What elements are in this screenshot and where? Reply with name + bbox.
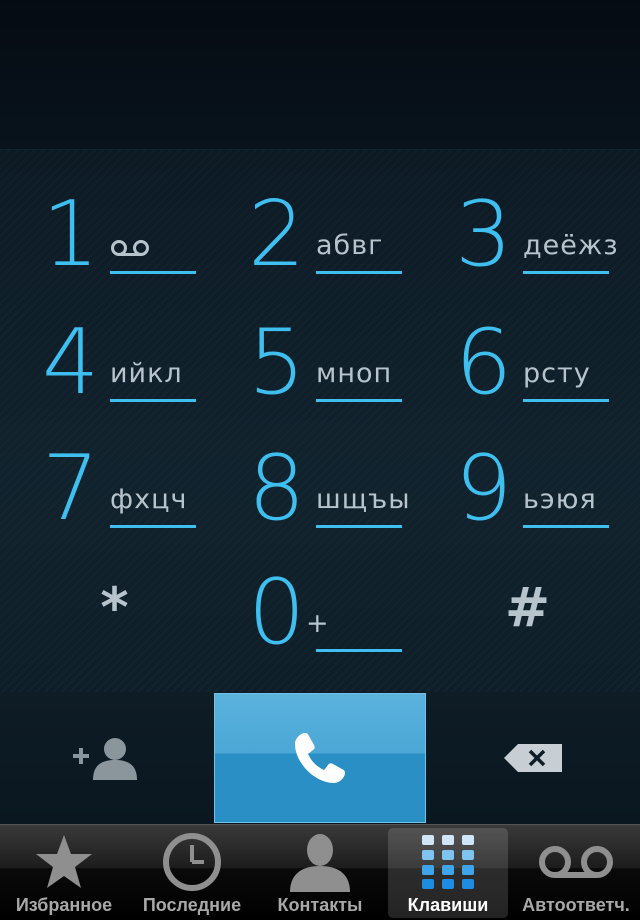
key-hash[interactable]: # — [425, 542, 630, 670]
key-underline — [316, 271, 402, 274]
key-letters: фхцч — [110, 484, 188, 515]
key-letters: шщъы — [316, 484, 411, 515]
action-bar — [0, 692, 640, 824]
tab-label: Контакты — [277, 895, 363, 915]
key-underline — [110, 271, 196, 274]
voicemail-icon — [539, 846, 613, 878]
key-underline — [110, 525, 196, 528]
tab-label: Клавиши — [407, 895, 489, 915]
number-display — [0, 0, 640, 150]
tab-contacts[interactable]: Контакты — [256, 825, 384, 920]
call-button[interactable] — [214, 693, 426, 823]
keypad-icon — [422, 835, 474, 889]
dial-keypad: 1 2 абвг 3 деёжз 4 ийкл 5 мноп 6 рсту 7 … — [0, 150, 640, 692]
clock-icon — [163, 833, 221, 891]
tab-recents[interactable]: Последние — [128, 825, 256, 920]
key-5[interactable]: 5 мноп — [218, 292, 423, 420]
backspace-icon — [503, 744, 562, 772]
key-9[interactable]: 9 ьэюя — [425, 418, 630, 546]
key-letters: деёжз — [523, 230, 619, 261]
key-underline — [316, 525, 402, 528]
tab-favorites[interactable]: Избранное — [0, 825, 128, 920]
key-1[interactable]: 1 — [12, 164, 217, 292]
key-underline — [523, 525, 609, 528]
key-star[interactable]: * — [12, 542, 217, 670]
key-digit: 5 — [248, 310, 305, 415]
phone-icon — [295, 733, 345, 783]
dialed-number — [20, 50, 620, 110]
key-underline — [316, 649, 402, 652]
tab-label: Автоответч. — [522, 895, 630, 915]
star-icon — [36, 835, 92, 888]
key-letters: + — [306, 608, 330, 639]
key-letters: ийкл — [110, 358, 183, 389]
key-8[interactable]: 8 шщъы — [218, 418, 423, 546]
key-underline — [316, 399, 402, 402]
key-7[interactable]: 7 фхцч — [12, 418, 217, 546]
add-contact-icon — [72, 738, 137, 780]
contact-icon — [290, 834, 350, 892]
key-letters: мноп — [316, 358, 393, 389]
key-3[interactable]: 3 деёжз — [425, 164, 630, 292]
tab-voicemail[interactable]: Автоответч. — [512, 825, 640, 920]
key-letters: ьэюя — [523, 484, 597, 515]
tab-keypad[interactable]: Клавиши — [384, 825, 512, 920]
voicemail-icon — [111, 240, 149, 256]
key-2[interactable]: 2 абвг — [218, 164, 423, 292]
tab-label: Последние — [142, 895, 242, 915]
key-4[interactable]: 4 ийкл — [12, 292, 217, 420]
key-underline — [523, 399, 609, 402]
hash-symbol: # — [504, 576, 551, 639]
key-digit: 3 — [455, 182, 512, 287]
backspace-button[interactable] — [427, 692, 640, 824]
key-letters: абвг — [316, 230, 384, 261]
key-6[interactable]: 6 рсту — [425, 292, 630, 420]
key-letters: рсту — [523, 358, 591, 389]
star-symbol: * — [100, 576, 129, 639]
key-underline — [110, 399, 196, 402]
key-digit: 1 — [42, 182, 99, 287]
key-digit: 8 — [248, 436, 305, 541]
key-digit: 0 — [248, 560, 305, 665]
key-digit: 4 — [42, 310, 99, 415]
key-digit: 7 — [42, 436, 99, 541]
key-0[interactable]: 0 + — [218, 542, 423, 670]
tab-label: Избранное — [15, 895, 113, 915]
key-underline — [523, 271, 609, 274]
key-digit: 6 — [455, 310, 512, 415]
key-digit: 9 — [455, 436, 512, 541]
add-contact-button[interactable] — [0, 692, 213, 824]
key-digit: 2 — [248, 182, 305, 287]
tab-bar: Избранное Последние Контакты Клавиши Авт… — [0, 824, 640, 920]
